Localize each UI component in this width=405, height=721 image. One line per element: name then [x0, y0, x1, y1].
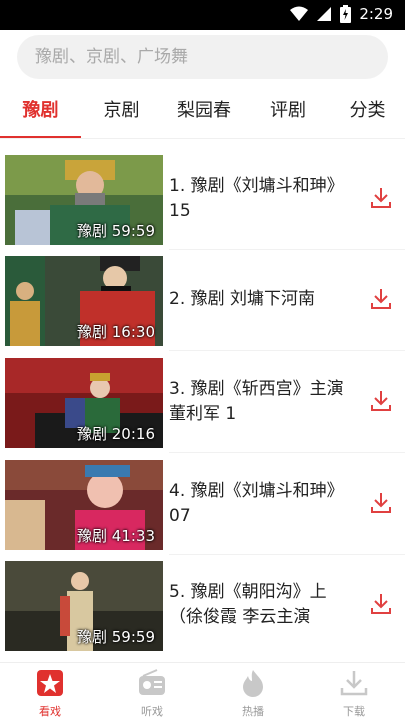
bottom-navigation: 看戏 听戏 热播 下载 [0, 662, 405, 721]
video-thumbnail[interactable]: 豫剧 59:59 [5, 155, 163, 245]
video-thumbnail[interactable]: 豫剧 20:16 [5, 358, 163, 448]
wifi-icon [290, 6, 309, 21]
signal-icon [317, 7, 332, 21]
download-icon[interactable] [371, 492, 391, 514]
search-input[interactable] [17, 35, 365, 79]
video-title[interactable]: 1. 豫剧《刘墉斗和珅》15 [169, 174, 359, 224]
list-item[interactable]: 豫剧 59:59 1. 豫剧《刘墉斗和珅》15 [0, 152, 405, 250]
download-icon[interactable] [371, 187, 391, 209]
radio-icon [139, 669, 165, 695]
status-bar: 2:29 [0, 0, 405, 30]
divider [169, 249, 405, 250]
list-item[interactable]: 豫剧 59:59 5. 豫剧《朝阳沟》上（徐俊霞 李云主演 [0, 558, 405, 651]
video-title[interactable]: 4. 豫剧《刘墉斗和珅》07 [169, 479, 359, 529]
nav-trending[interactable]: 热播 [223, 669, 283, 719]
video-title[interactable]: 2. 豫剧 刘墉下河南 [169, 287, 359, 312]
nav-label: 听戏 [141, 705, 163, 718]
list-item[interactable]: 豫剧 41:33 4. 豫剧《刘墉斗和珅》07 [0, 457, 405, 555]
divider [169, 554, 405, 555]
tabs-divider [0, 138, 405, 139]
duration-badge: 豫剧 41:33 [77, 527, 155, 545]
tab-liyuanchun[interactable]: 梨园春 [162, 88, 246, 134]
category-tabs: 豫剧 京剧 梨园春 评剧 分类 [0, 88, 405, 138]
tab-yuju[interactable]: 豫剧 [0, 88, 81, 134]
video-title[interactable]: 3. 豫剧《斩西宫》主演 董利军 1 [169, 377, 359, 427]
tab-pingju[interactable]: 评剧 [246, 88, 330, 134]
video-title[interactable]: 5. 豫剧《朝阳沟》上（徐俊霞 李云主演 [169, 580, 359, 630]
nav-download[interactable]: 下载 [324, 669, 384, 719]
nav-watch[interactable]: 看戏 [20, 669, 80, 719]
download-icon[interactable] [371, 593, 391, 615]
video-thumbnail[interactable]: 豫剧 41:33 [5, 460, 163, 550]
list-item[interactable]: 豫剧 20:16 3. 豫剧《斩西宫》主演 董利军 1 [0, 355, 405, 453]
divider [169, 350, 405, 351]
flame-icon [243, 670, 263, 697]
download-icon[interactable] [371, 390, 391, 412]
list-item[interactable]: 豫剧 16:30 2. 豫剧 刘墉下河南 [0, 253, 405, 351]
duration-badge: 豫剧 16:30 [77, 323, 155, 341]
nav-label: 热播 [242, 705, 264, 718]
search-bar[interactable] [17, 35, 388, 79]
tab-categories[interactable]: 分类 [330, 88, 405, 134]
download-icon[interactable] [371, 288, 391, 310]
download-icon [340, 671, 368, 696]
duration-badge: 豫剧 59:59 [77, 222, 155, 240]
status-time: 2:29 [359, 5, 393, 23]
duration-badge: 豫剧 59:59 [77, 628, 155, 646]
divider [169, 452, 405, 453]
nav-label: 下载 [343, 705, 365, 718]
video-thumbnail[interactable]: 豫剧 59:59 [5, 561, 163, 651]
video-thumbnail[interactable]: 豫剧 16:30 [5, 256, 163, 346]
opera-star-icon [37, 670, 63, 696]
nav-listen[interactable]: 听戏 [122, 669, 182, 719]
battery-icon [340, 5, 352, 23]
tab-jingju[interactable]: 京剧 [81, 88, 162, 134]
duration-badge: 豫剧 20:16 [77, 425, 155, 443]
video-list: 豫剧 59:59 1. 豫剧《刘墉斗和珅》15 豫剧 16:30 2. 豫剧 刘… [0, 152, 405, 662]
nav-label: 看戏 [39, 705, 61, 718]
